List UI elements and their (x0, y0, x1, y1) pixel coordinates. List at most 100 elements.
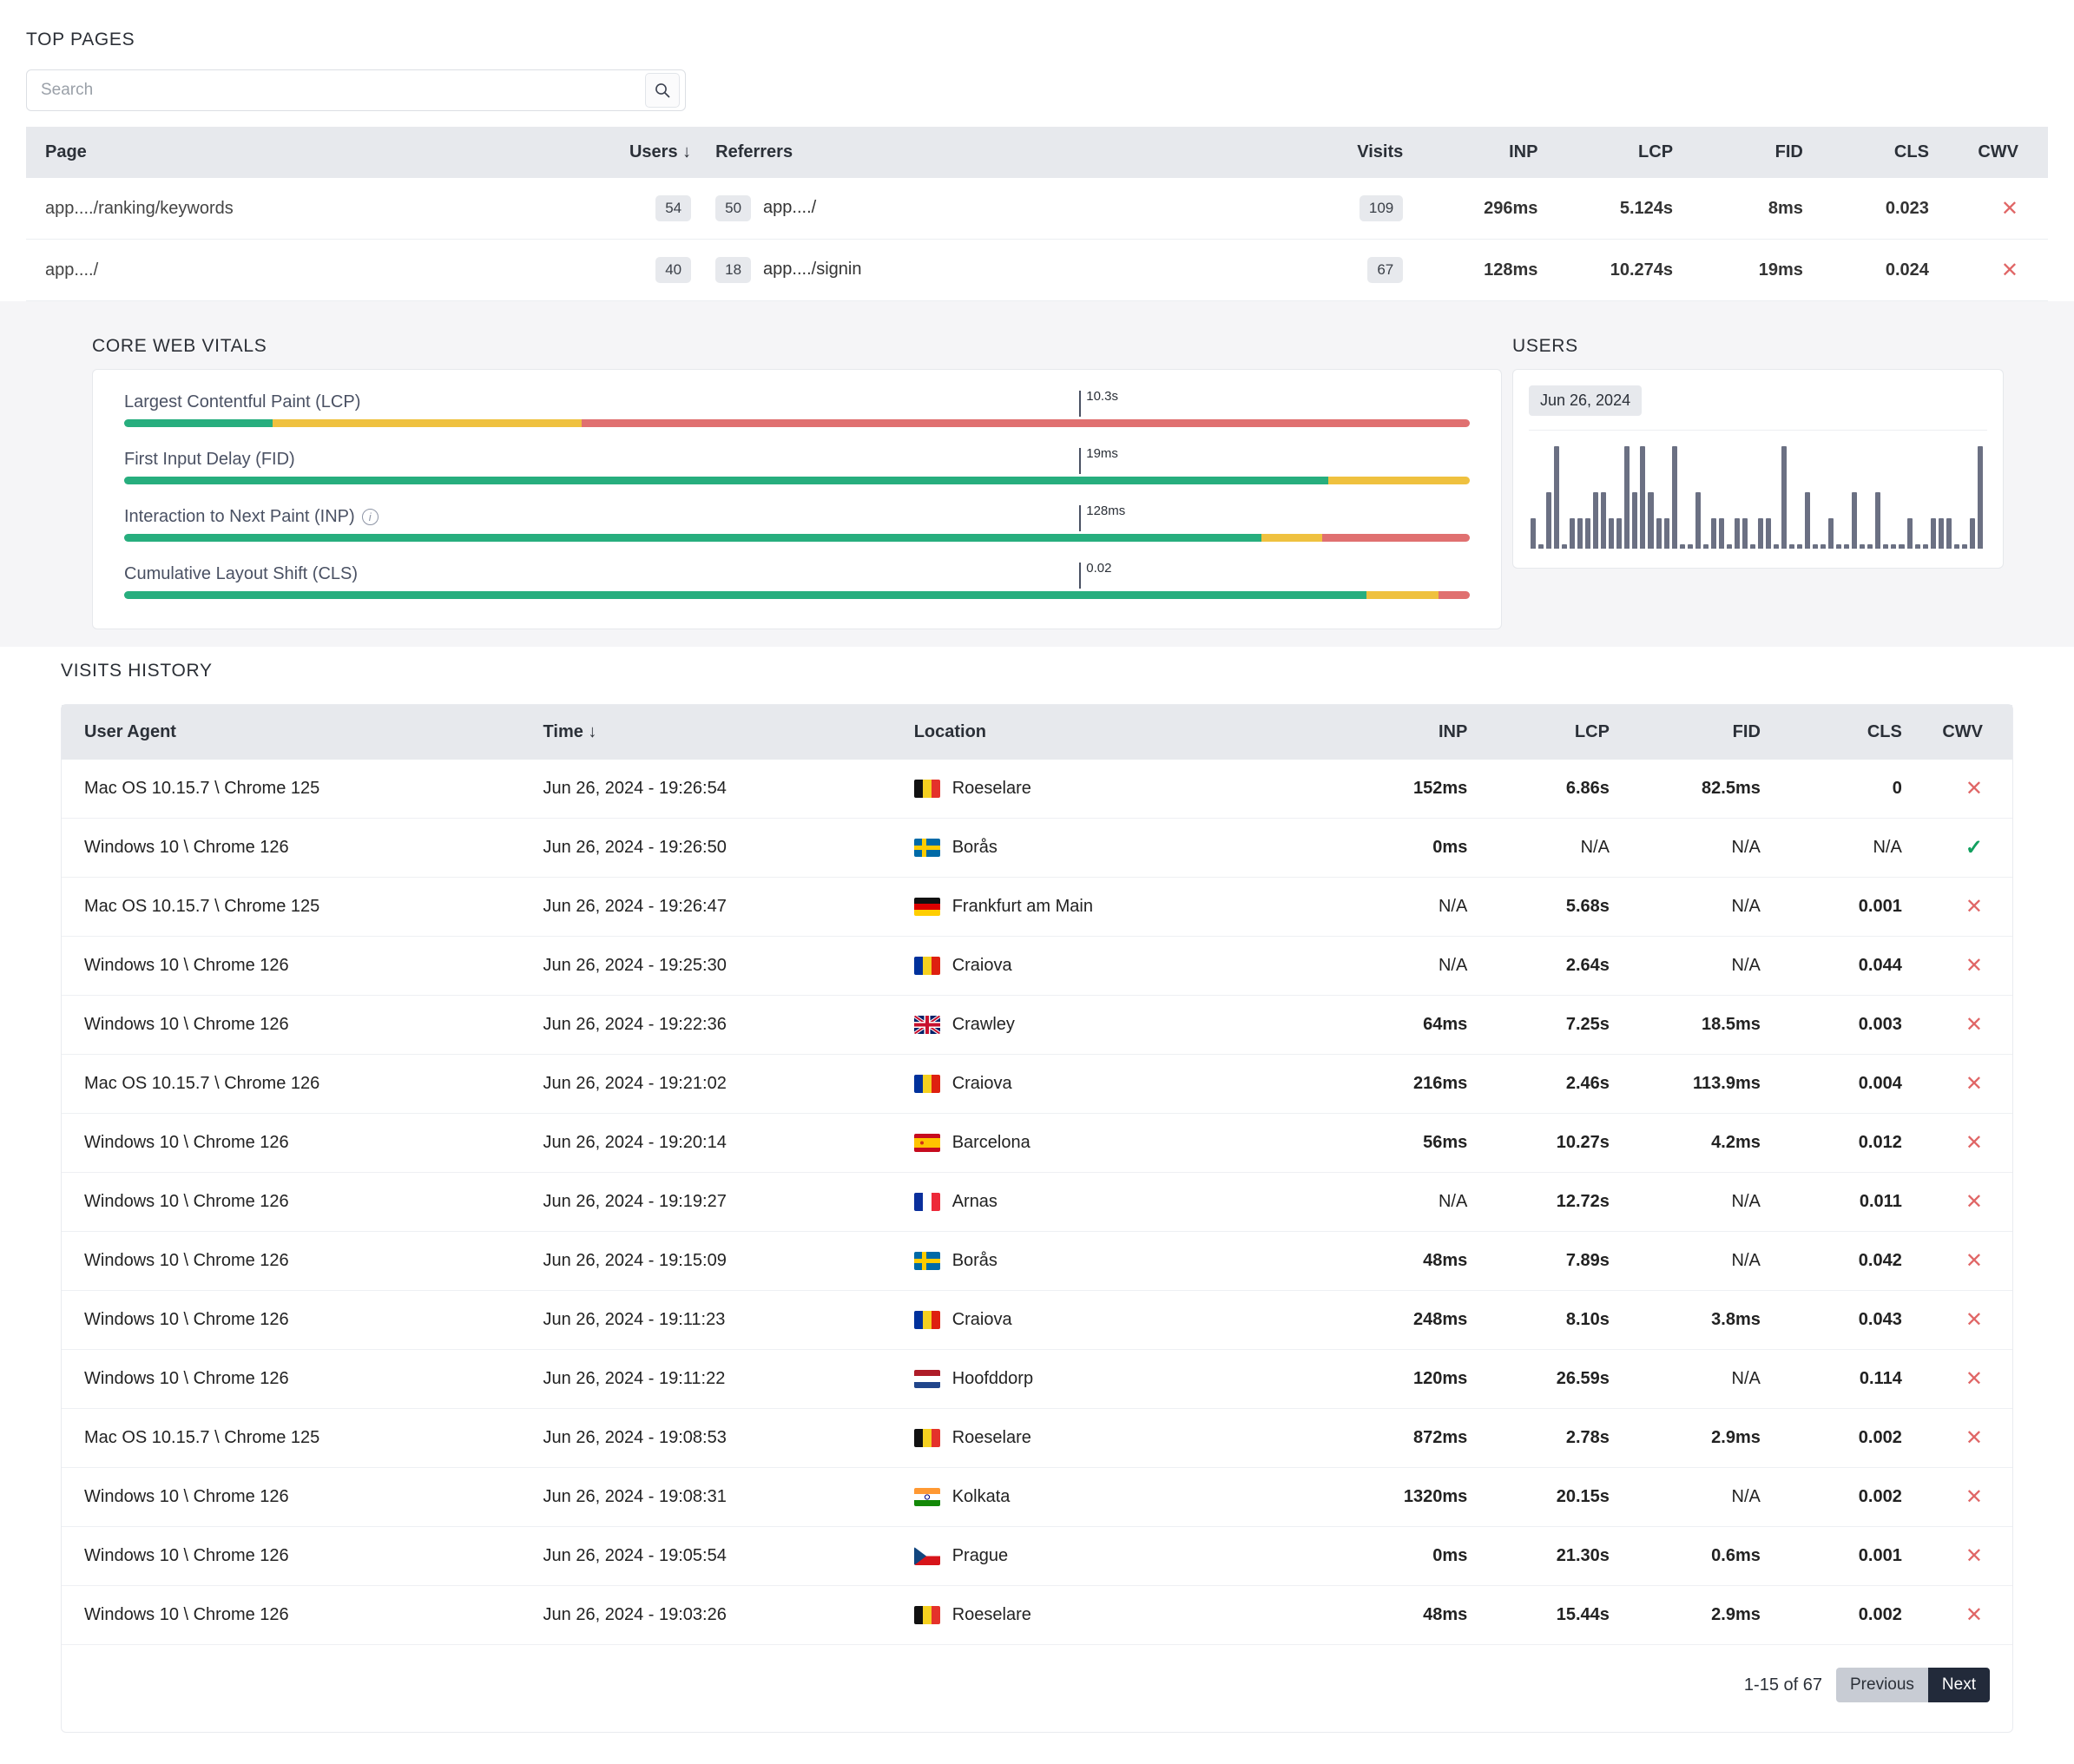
users-bar (1844, 544, 1850, 549)
th-referrers[interactable]: Referrers (691, 127, 1278, 178)
users-bar (1914, 544, 1920, 549)
th-cwv[interactable]: CWV (1928, 127, 2048, 178)
cell-page[interactable]: app..../ranking/keywords (26, 178, 565, 240)
table-row[interactable]: Windows 10 \ Chrome 126 Jun 26, 2024 - 19… (62, 1113, 2012, 1173)
cell-time: Jun 26, 2024 - 19:20:14 (534, 1113, 905, 1173)
th-location[interactable]: Location (905, 705, 1309, 760)
cwv-fail-icon: ✕ (1965, 1131, 1983, 1155)
cell-user-agent: Mac OS 10.15.7 \ Chrome 125 (62, 877, 535, 937)
th-vh-lcp[interactable]: LCP (1467, 705, 1610, 760)
flag-icon-ro (913, 957, 940, 975)
bottom-spacer (26, 1733, 2048, 1764)
users-bar (1922, 544, 1928, 549)
cell-user-agent: Mac OS 10.15.7 \ Chrome 125 (62, 760, 535, 819)
users-count-chip: 54 (655, 195, 692, 221)
cell-cwv: ✕ (1901, 995, 2012, 1055)
users-bar (1867, 544, 1873, 549)
table-row[interactable]: Windows 10 \ Chrome 126 Jun 26, 2024 - 19… (62, 818, 2012, 878)
table-row[interactable]: Mac OS 10.15.7 \ Chrome 126 Jun 26, 2024 … (62, 1054, 2012, 1114)
referrer-count-chip: 50 (715, 195, 752, 221)
pagination-cell: 1-15 of 67 Previous Next (62, 1645, 2012, 1733)
cell-lcp: 20.15s (1467, 1467, 1610, 1527)
cell-location: Crawley (905, 995, 1309, 1055)
search-button[interactable] (645, 73, 680, 108)
table-row[interactable]: Windows 10 \ Chrome 126 Jun 26, 2024 - 19… (62, 936, 2012, 996)
table-row[interactable]: Windows 10 \ Chrome 126 Jun 26, 2024 - 19… (62, 1172, 2012, 1232)
cell-cwv: ✓ (1901, 818, 2012, 878)
th-cls[interactable]: CLS (1802, 127, 1929, 178)
table-row[interactable]: Windows 10 \ Chrome 126 Jun 26, 2024 - 19… (62, 1585, 2012, 1645)
cell-cls: 0.011 (1760, 1172, 1902, 1232)
previous-button[interactable]: Previous (1836, 1668, 1928, 1702)
th-vh-cls[interactable]: CLS (1760, 705, 1902, 760)
table-row[interactable]: Mac OS 10.15.7 \ Chrome 125 Jun 26, 2024 … (62, 877, 2012, 937)
th-time[interactable]: Time ↓ (534, 705, 905, 760)
cell-location: Arnas (905, 1172, 1309, 1232)
users-bar (1781, 446, 1788, 549)
th-fid[interactable]: FID (1673, 127, 1803, 178)
cell-inp: 48ms (1308, 1585, 1468, 1645)
cell-referrer[interactable]: 18 app..../signin (691, 239, 1278, 301)
location-wrap: Roeselare (913, 1428, 1308, 1448)
cell-user-agent: Mac OS 10.15.7 \ Chrome 126 (62, 1054, 535, 1114)
users-bar (1710, 517, 1716, 549)
table-row[interactable]: Windows 10 \ Chrome 126 Jun 26, 2024 - 19… (62, 1526, 2012, 1586)
cell-inp: 120ms (1308, 1349, 1468, 1409)
cell-page[interactable]: app..../ (26, 239, 565, 301)
location-name: Roeselare (951, 779, 1031, 798)
th-inp[interactable]: INP (1403, 127, 1538, 178)
cell-lcp: N/A (1467, 818, 1610, 878)
cell-fid: 113.9ms (1609, 1054, 1761, 1114)
search-row (26, 63, 2048, 127)
th-vh-fid[interactable]: FID (1609, 705, 1761, 760)
top-pages-table: Page Users ↓ Referrers Visits INP LCP FI… (26, 127, 2048, 301)
users-bar (1953, 544, 1959, 549)
th-user-agent[interactable]: User Agent (62, 705, 535, 760)
th-page[interactable]: Page (26, 127, 565, 178)
top-pages-section: TOP PAGES Page Users ↓ Referrers Visit (0, 0, 2074, 301)
cell-location: Barcelona (905, 1113, 1309, 1173)
table-row[interactable]: app..../ 40 18 app..../signin 67 128ms 10.274s… (26, 239, 2048, 301)
table-row[interactable]: Mac OS 10.15.7 \ Chrome 125 Jun 26, 2024 … (62, 760, 2012, 819)
search-input[interactable] (41, 71, 645, 109)
flag-icon-gb (913, 1016, 940, 1034)
cwv-marker-tick (1079, 391, 1082, 417)
table-row[interactable]: Windows 10 \ Chrome 126 Jun 26, 2024 - 19… (62, 1290, 2012, 1350)
cell-lcp: 10.274s (1537, 239, 1674, 301)
th-users[interactable]: Users ↓ (564, 127, 692, 178)
cwv-bar-poor-segment (1321, 534, 1470, 542)
location-wrap: Borås (913, 838, 1308, 858)
location-name: Prague (951, 1546, 1009, 1565)
search-box[interactable] (26, 69, 686, 111)
table-row[interactable]: Windows 10 \ Chrome 126 Jun 26, 2024 - 19… (62, 995, 2012, 1055)
cell-time: Jun 26, 2024 - 19:26:54 (534, 760, 905, 819)
info-icon[interactable]: i (361, 509, 379, 525)
next-button[interactable]: Next (1927, 1668, 1990, 1702)
table-row[interactable]: app..../ranking/keywords 54 50 app..../ 109 2… (26, 178, 2048, 240)
table-row[interactable]: Mac OS 10.15.7 \ Chrome 125 Jun 26, 2024 … (62, 1408, 2012, 1468)
cell-cls: 0.024 (1802, 239, 1929, 301)
table-row[interactable]: Windows 10 \ Chrome 126 Jun 26, 2024 - 19… (62, 1349, 2012, 1409)
location-wrap: Hoofddorp (913, 1369, 1308, 1389)
cell-referrer[interactable]: 50 app..../ (691, 178, 1278, 240)
users-bar (1577, 517, 1583, 549)
th-visits[interactable]: Visits (1277, 127, 1404, 178)
users-bar (1891, 544, 1897, 549)
location-wrap: Craiova (913, 1310, 1308, 1330)
location-name: Borås (951, 838, 997, 857)
th-lcp[interactable]: LCP (1537, 127, 1674, 178)
cell-lcp: 2.46s (1467, 1054, 1610, 1114)
cell-cwv: ✕ (1901, 1467, 2012, 1527)
cwv-marker-value: 128ms (1086, 504, 1126, 518)
cwv-bar-needs-improvement-segment (1328, 477, 1470, 484)
cwv-marker-value: 19ms (1086, 446, 1118, 461)
th-vh-cwv[interactable]: CWV (1901, 705, 2012, 760)
table-row[interactable]: Windows 10 \ Chrome 126 Jun 26, 2024 - 19… (62, 1231, 2012, 1291)
cwv-fail-icon: ✕ (1965, 777, 1983, 800)
location-name: Borås (951, 1251, 997, 1270)
table-row[interactable]: Windows 10 \ Chrome 126 Jun 26, 2024 - 19… (62, 1467, 2012, 1527)
th-vh-inp[interactable]: INP (1308, 705, 1468, 760)
users-bar (1601, 492, 1607, 549)
users-bar (1546, 492, 1552, 549)
cell-fid: 82.5ms (1609, 760, 1761, 819)
